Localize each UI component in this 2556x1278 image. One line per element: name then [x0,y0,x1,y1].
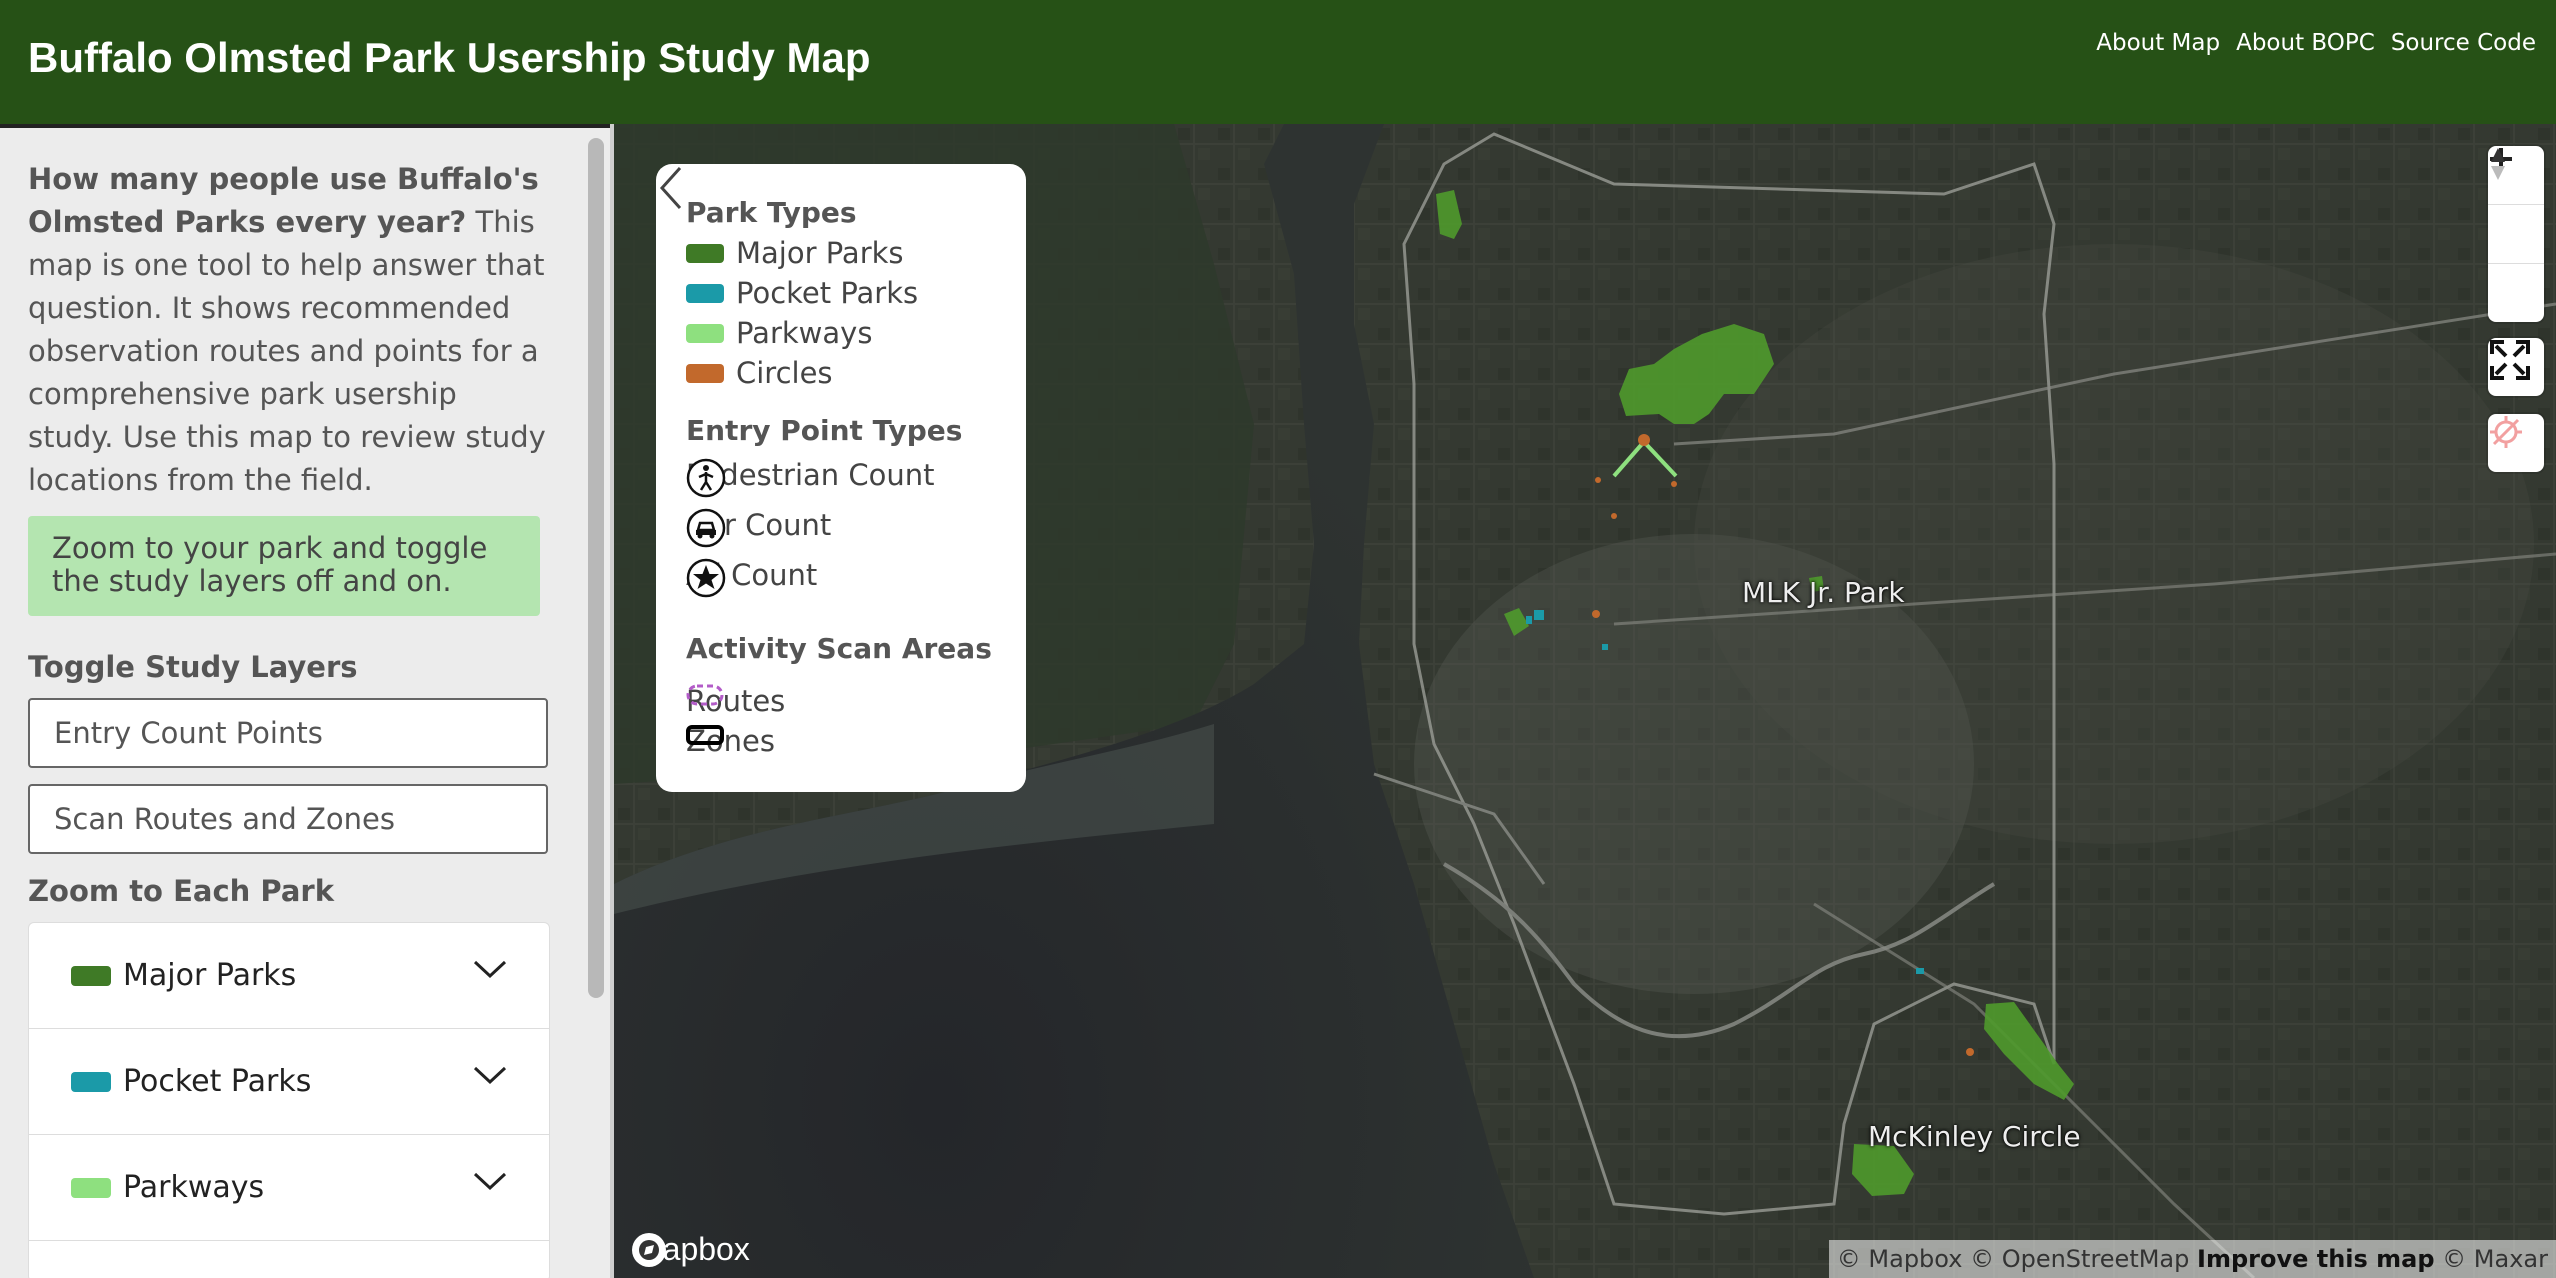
parkways-swatch [71,1177,111,1198]
fullscreen-icon [2490,340,2530,380]
app-title: Buffalo Olmsted Park Usership Study Map [28,34,871,81]
source-code-link[interactable]: Source Code [2391,30,2536,56]
improve-map-link[interactable]: Improve this map [2197,1245,2435,1273]
pedestrian-icon [686,458,726,498]
entry-count-points-toggle[interactable]: Entry Count Points [28,698,548,768]
legend-label: Pocket Parks [736,276,919,310]
chevron-down-icon [473,1066,507,1085]
legend-label: Parkways [736,316,873,350]
zoom-parks-heading: Zoom to Each Park [28,874,335,908]
map-attribution: © Mapbox © OpenStreetMap Improve this ma… [1828,1240,2556,1278]
legend-parkways: Parkways [686,316,872,350]
chevron-down-icon [473,960,507,979]
accordion-major-parks[interactable]: Major Parks [29,923,549,1029]
scan-areas-heading: Activity Scan Areas [686,632,992,665]
sidebar[interactable]: How many people use Buffalo's Olmsted Pa… [0,128,610,1278]
legend-pocket-parks: Pocket Parks [686,276,918,310]
parkways-swatch [686,323,724,343]
intro-description: This map is one tool to help answer that… [28,205,546,497]
legend-all-count: All Count [686,558,817,598]
accordion-label: Parkways [123,1170,265,1205]
sidebar-scrollbar[interactable] [588,138,604,998]
major-parks-swatch [686,243,724,263]
car-icon [686,508,726,548]
zoom-out-button[interactable] [2488,157,2544,264]
legend-label: Major Parks [736,236,904,270]
accordion-label: Pocket Parks [123,1064,312,1099]
circles-swatch [686,363,724,383]
chevron-down-icon [473,1172,507,1191]
accordion-pocket-parks[interactable]: Pocket Parks [29,1029,549,1135]
major-parks-swatch [71,965,111,986]
intro-question: How many people use Buffalo's Olmsted Pa… [28,162,539,239]
accordion-label: Major Parks [123,958,297,993]
top-nav: About Map About BOPC Source Code [2096,30,2536,56]
compass-button[interactable] [2488,148,2544,322]
mckinley-circle-label: McKinley Circle [1868,1120,2081,1153]
mlk-park-label: MLK Jr. Park [1742,576,1905,609]
geolocate-disabled-icon [2490,416,2522,448]
legend-car-count: Car Count [686,508,831,548]
mapbox-logo-icon [632,1233,666,1267]
intro-paragraph: How many people use Buffalo's Olmsted Pa… [28,158,548,502]
zone-outline-icon [686,725,724,745]
sidebar-content: How many people use Buffalo's Olmsted Pa… [28,158,550,1278]
attribution-prefix[interactable]: © Mapbox © OpenStreetMap [1837,1245,2197,1273]
about-map-link[interactable]: About Map [2096,30,2220,56]
map-legend: Park Types Major Parks Pocket Parks Park… [656,164,1026,792]
accordion-circles-partial[interactable] [29,1241,549,1278]
legend-major-parks: Major Parks [686,236,904,270]
scan-routes-zones-toggle[interactable]: Scan Routes and Zones [28,784,548,854]
zoom-controls [2488,146,2544,322]
star-icon [686,558,726,598]
dashed-route-icon [686,684,724,706]
top-header: Buffalo Olmsted Park Usership Study Map … [0,0,2556,124]
park-types-heading: Park Types [686,196,857,229]
compass-icon [2491,148,2505,180]
mapbox-logo[interactable]: mapbox [630,1231,750,1268]
attribution-maxar[interactable]: © Maxar [2435,1245,2548,1273]
legend-routes: Routes [686,684,785,718]
toggle-layers-heading: Toggle Study Layers [28,650,358,684]
park-accordion: Major Parks Pocket Parks Parkways [28,922,550,1278]
pocket-parks-swatch [71,1071,111,1092]
legend-circles: Circles [686,356,833,390]
map-canvas[interactable]: MLK Jr. Park McKinley Circle Park Types … [614,124,2556,1278]
geolocate-control [2488,414,2544,472]
geolocate-button[interactable] [2488,414,2544,472]
chevron-left-icon[interactable] [656,164,686,212]
fullscreen-button[interactable] [2488,338,2544,396]
fullscreen-control [2488,338,2544,396]
pocket-parks-swatch [686,283,724,303]
legend-pedestrian-count: Pedestrian Count [686,458,935,498]
accordion-parkways[interactable]: Parkways [29,1135,549,1241]
zoom-tip: Zoom to your park and toggle the study l… [28,516,540,616]
about-bopc-link[interactable]: About BOPC [2236,30,2375,56]
legend-zones: Zones [686,724,775,758]
legend-label: Circles [736,356,833,390]
entry-types-heading: Entry Point Types [686,414,963,447]
